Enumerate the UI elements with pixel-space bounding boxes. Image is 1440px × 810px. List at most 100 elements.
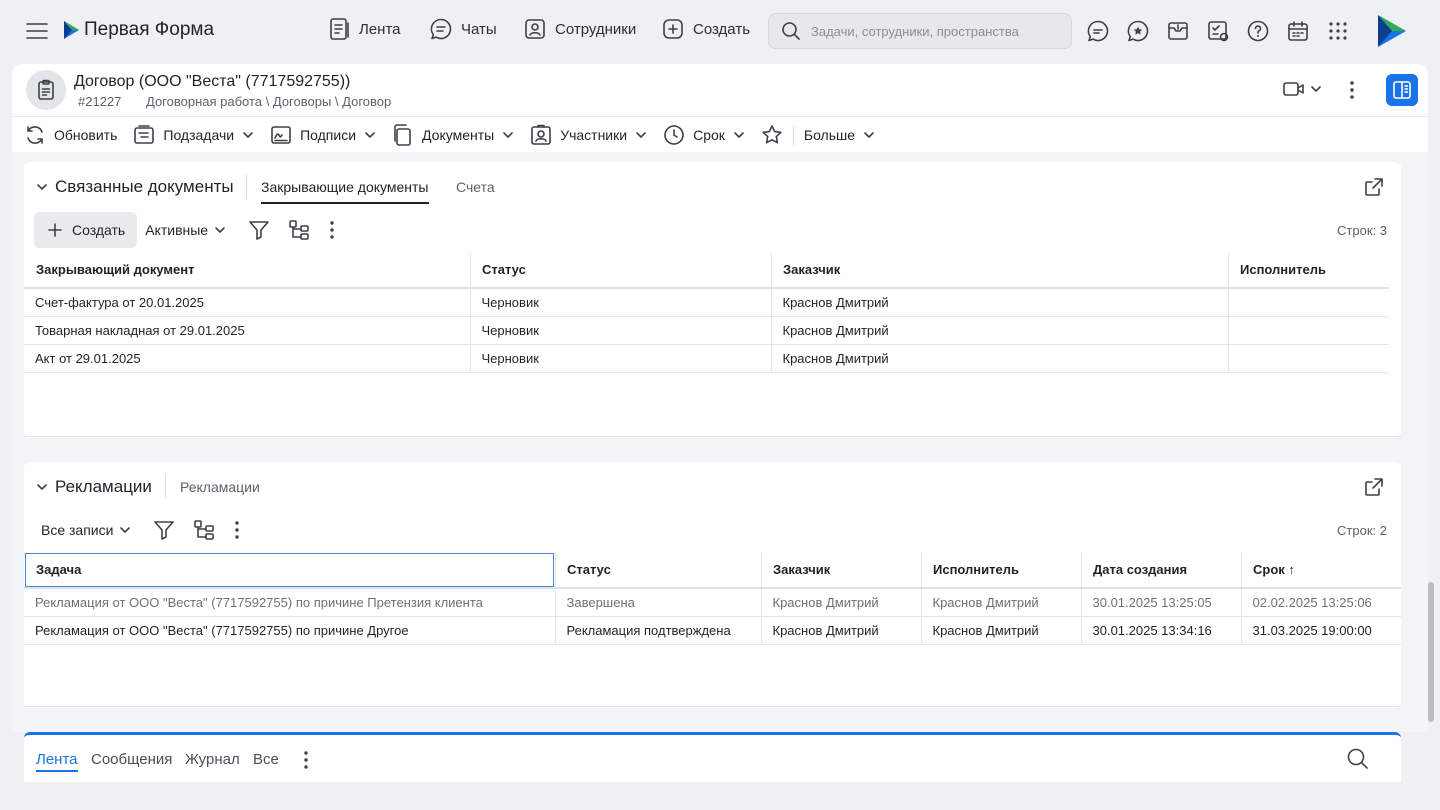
tab-all[interactable]: Все bbox=[253, 751, 279, 768]
column-header[interactable]: Исполнитель bbox=[1228, 252, 1389, 289]
breadcrumb[interactable]: Договорная работа \ Договоры \ Договор bbox=[146, 94, 391, 109]
column-header[interactable]: Дата создания bbox=[1081, 552, 1241, 589]
more-vertical-icon[interactable] bbox=[1342, 78, 1362, 102]
chevron-down-icon bbox=[636, 131, 646, 138]
table-row[interactable]: Рекламация от ООО "Веста" (7717592755) п… bbox=[24, 588, 1401, 617]
column-header[interactable]: Статус bbox=[470, 252, 771, 289]
column-header[interactable]: Задача bbox=[24, 552, 555, 589]
nav-label: Сотрудники bbox=[555, 20, 637, 38]
cell-task[interactable]: Рекламация от ООО "Веста" (7717592755) п… bbox=[24, 588, 555, 617]
employees-icon bbox=[525, 19, 545, 39]
nav-chats[interactable]: Чаты bbox=[429, 17, 497, 41]
tab-claims[interactable]: Рекламации bbox=[180, 479, 260, 495]
vertical-scrollbar[interactable] bbox=[1428, 582, 1434, 722]
messages-icon[interactable] bbox=[1086, 19, 1110, 43]
video-call-button[interactable] bbox=[1282, 79, 1322, 99]
open-external-icon[interactable] bbox=[1363, 476, 1385, 498]
apps-grid-icon[interactable] bbox=[1326, 19, 1350, 43]
participants-dropdown[interactable]: Участники bbox=[530, 124, 647, 146]
filter-label: Активные bbox=[145, 222, 209, 238]
toolbar-divider bbox=[792, 124, 794, 145]
active-filter-dropdown[interactable]: Активные bbox=[145, 222, 226, 238]
table-row[interactable]: Акт от 29.01.2025 Черновик Краснов Дмитр… bbox=[24, 344, 1389, 373]
hierarchy-icon[interactable] bbox=[193, 519, 215, 541]
cell-document[interactable]: Акт от 29.01.2025 bbox=[24, 344, 470, 373]
filter-icon[interactable] bbox=[248, 219, 270, 241]
deadline-dropdown[interactable]: Срок bbox=[663, 124, 745, 146]
column-header[interactable]: Статус bbox=[555, 552, 761, 589]
nav-feed[interactable]: Лента bbox=[329, 17, 401, 41]
tab-journal[interactable]: Журнал bbox=[185, 751, 240, 768]
favorites-icon[interactable] bbox=[1126, 19, 1150, 43]
hierarchy-icon[interactable] bbox=[288, 219, 310, 241]
tasks-icon[interactable] bbox=[1206, 19, 1230, 43]
column-header[interactable]: Заказчик bbox=[761, 552, 921, 589]
cell-customer: Краснов Дмитрий bbox=[770, 344, 1228, 373]
search-icon[interactable] bbox=[1346, 747, 1370, 771]
chevron-down-icon[interactable] bbox=[36, 181, 48, 193]
user-avatar-icon[interactable] bbox=[1374, 13, 1408, 49]
subtasks-dropdown[interactable]: Подзадачи bbox=[133, 124, 254, 146]
favorite-button[interactable] bbox=[761, 124, 783, 146]
search-input[interactable] bbox=[811, 23, 1051, 39]
tab-closing-documents[interactable]: Закрывающие документы bbox=[261, 179, 429, 204]
cell-document[interactable]: Счет-фактура от 20.01.2025 bbox=[24, 288, 470, 317]
participants-icon bbox=[531, 124, 551, 145]
table-row[interactable]: Рекламация от ООО "Веста" (7717592755) п… bbox=[24, 616, 1401, 645]
more-vertical-icon[interactable] bbox=[324, 219, 340, 241]
refresh-icon bbox=[27, 125, 43, 144]
plus-icon bbox=[48, 223, 62, 237]
panel-icon bbox=[1393, 81, 1411, 99]
row-count: Строк: 3 bbox=[1337, 223, 1387, 238]
row-count: Строк: 2 bbox=[1337, 523, 1387, 538]
all-records-dropdown[interactable]: Все записи bbox=[41, 522, 131, 538]
filter-icon[interactable] bbox=[153, 519, 175, 541]
table-row[interactable]: Счет-фактура от 20.01.2025 Черновик Крас… bbox=[24, 288, 1389, 317]
cell-executor bbox=[1227, 344, 1389, 373]
cell-deadline: 02.02.2025 13:25:06 bbox=[1240, 588, 1401, 617]
column-header-sorted[interactable]: Срок ↑ bbox=[1241, 552, 1401, 589]
tab-feed[interactable]: Лента bbox=[36, 751, 78, 772]
document-id[interactable]: #21227 bbox=[78, 94, 121, 109]
notifications-icon[interactable] bbox=[1166, 19, 1190, 43]
cell-executor bbox=[1227, 316, 1389, 345]
tab-messages[interactable]: Сообщения bbox=[91, 751, 172, 768]
column-header[interactable]: Исполнитель bbox=[921, 552, 1081, 589]
table-row[interactable]: Товарная накладная от 29.01.2025 Чернови… bbox=[24, 316, 1389, 345]
section-bottom-border bbox=[24, 706, 1401, 707]
cell-document[interactable]: Товарная накладная от 29.01.2025 bbox=[24, 316, 470, 345]
cell-executor: Краснов Дмитрий bbox=[920, 616, 1081, 645]
clipboard-icon bbox=[38, 79, 54, 100]
cell-status: Рекламация подтверждена bbox=[554, 616, 761, 645]
calendar-icon[interactable] bbox=[1286, 19, 1310, 43]
chevron-down-icon bbox=[503, 131, 513, 138]
related-documents-section: Связанные документы Закрывающие документ… bbox=[24, 162, 1401, 438]
table-header-row: Закрывающий документ Статус Заказчик Исп… bbox=[24, 252, 1389, 289]
column-header[interactable]: Закрывающий документ bbox=[24, 252, 470, 289]
global-search[interactable] bbox=[768, 13, 1072, 49]
side-panel-toggle[interactable] bbox=[1386, 74, 1418, 106]
open-external-icon[interactable] bbox=[1363, 176, 1385, 198]
help-icon[interactable] bbox=[1246, 19, 1270, 43]
section-header: Рекламации Рекламации bbox=[24, 462, 1401, 512]
more-vertical-icon[interactable] bbox=[229, 519, 245, 541]
nav-employees[interactable]: Сотрудники bbox=[523, 17, 636, 41]
menu-icon[interactable] bbox=[26, 21, 48, 41]
more-vertical-icon[interactable] bbox=[298, 749, 314, 771]
cell-status: Завершена bbox=[554, 588, 761, 617]
signatures-dropdown[interactable]: Подписи bbox=[270, 124, 376, 146]
table-header-row: Задача Статус Заказчик Исполнитель Дата … bbox=[24, 552, 1401, 589]
app-logo[interactable]: Первая Форма bbox=[62, 19, 214, 41]
cell-task[interactable]: Рекламация от ООО "Веста" (7717592755) п… bbox=[24, 616, 555, 645]
chevron-down-icon bbox=[734, 131, 744, 138]
chevron-down-icon[interactable] bbox=[36, 481, 48, 493]
create-button[interactable]: Создать bbox=[34, 212, 138, 248]
tab-invoices[interactable]: Счета bbox=[456, 179, 495, 195]
toolbar-label: Подзадачи bbox=[163, 126, 235, 143]
column-header[interactable]: Заказчик bbox=[771, 252, 1228, 289]
refresh-button[interactable]: Обновить bbox=[24, 124, 117, 146]
more-dropdown[interactable]: Больше bbox=[804, 127, 875, 143]
clock-icon bbox=[664, 124, 684, 145]
documents-dropdown[interactable]: Документы bbox=[392, 123, 514, 146]
nav-create[interactable]: Создать bbox=[661, 17, 750, 41]
